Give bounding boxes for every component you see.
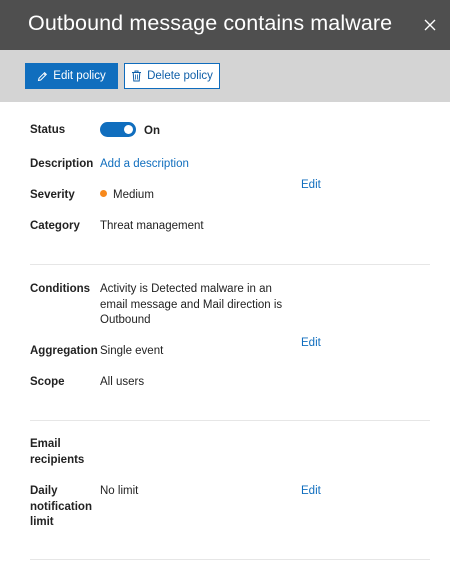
add-description-link[interactable]: Add a description bbox=[100, 157, 189, 173]
description-label: Description bbox=[30, 158, 94, 170]
edit-policy-label: Edit policy bbox=[53, 70, 106, 82]
status-label: Status bbox=[30, 124, 66, 136]
section-divider bbox=[30, 559, 430, 560]
edit-notifications-link[interactable]: Edit bbox=[301, 485, 321, 497]
severity-label: Severity bbox=[30, 189, 75, 201]
daily-limit-label: Daily notification limit bbox=[30, 485, 92, 528]
daily-limit-value: No limit bbox=[100, 485, 139, 497]
scope-value: All users bbox=[100, 376, 145, 388]
email-recipients-label: Email recipients bbox=[30, 438, 85, 466]
section-divider bbox=[30, 264, 430, 265]
conditions-label: Conditions bbox=[30, 283, 91, 295]
close-icon[interactable] bbox=[420, 15, 440, 35]
toggle-knob bbox=[124, 125, 133, 134]
status-value: On bbox=[144, 125, 160, 137]
category-label: Category bbox=[30, 220, 80, 232]
edit-policy-button[interactable]: Edit policy bbox=[25, 63, 118, 89]
panel-title: Outbound message contains malware bbox=[28, 11, 393, 35]
aggregation-label: Aggregation bbox=[30, 345, 98, 357]
trash-icon bbox=[131, 70, 142, 82]
severity-value: Medium bbox=[113, 189, 154, 201]
category-value: Threat management bbox=[100, 220, 204, 232]
conditions-value: Activity is Detected malware in an email… bbox=[100, 283, 283, 326]
severity-dot-icon bbox=[100, 190, 107, 197]
aggregation-value: Single event bbox=[100, 345, 164, 357]
status-toggle[interactable] bbox=[100, 122, 136, 137]
scope-label: Scope bbox=[30, 376, 65, 388]
delete-policy-button[interactable]: Delete policy bbox=[124, 63, 220, 89]
pencil-icon bbox=[37, 71, 48, 82]
edit-details-link[interactable]: Edit bbox=[301, 179, 321, 191]
severity-value-row: Medium bbox=[100, 188, 154, 204]
edit-conditions-link[interactable]: Edit bbox=[301, 337, 321, 349]
section-divider bbox=[30, 420, 430, 421]
panel-header: Outbound message contains malware bbox=[0, 0, 450, 50]
delete-policy-label: Delete policy bbox=[147, 70, 213, 82]
